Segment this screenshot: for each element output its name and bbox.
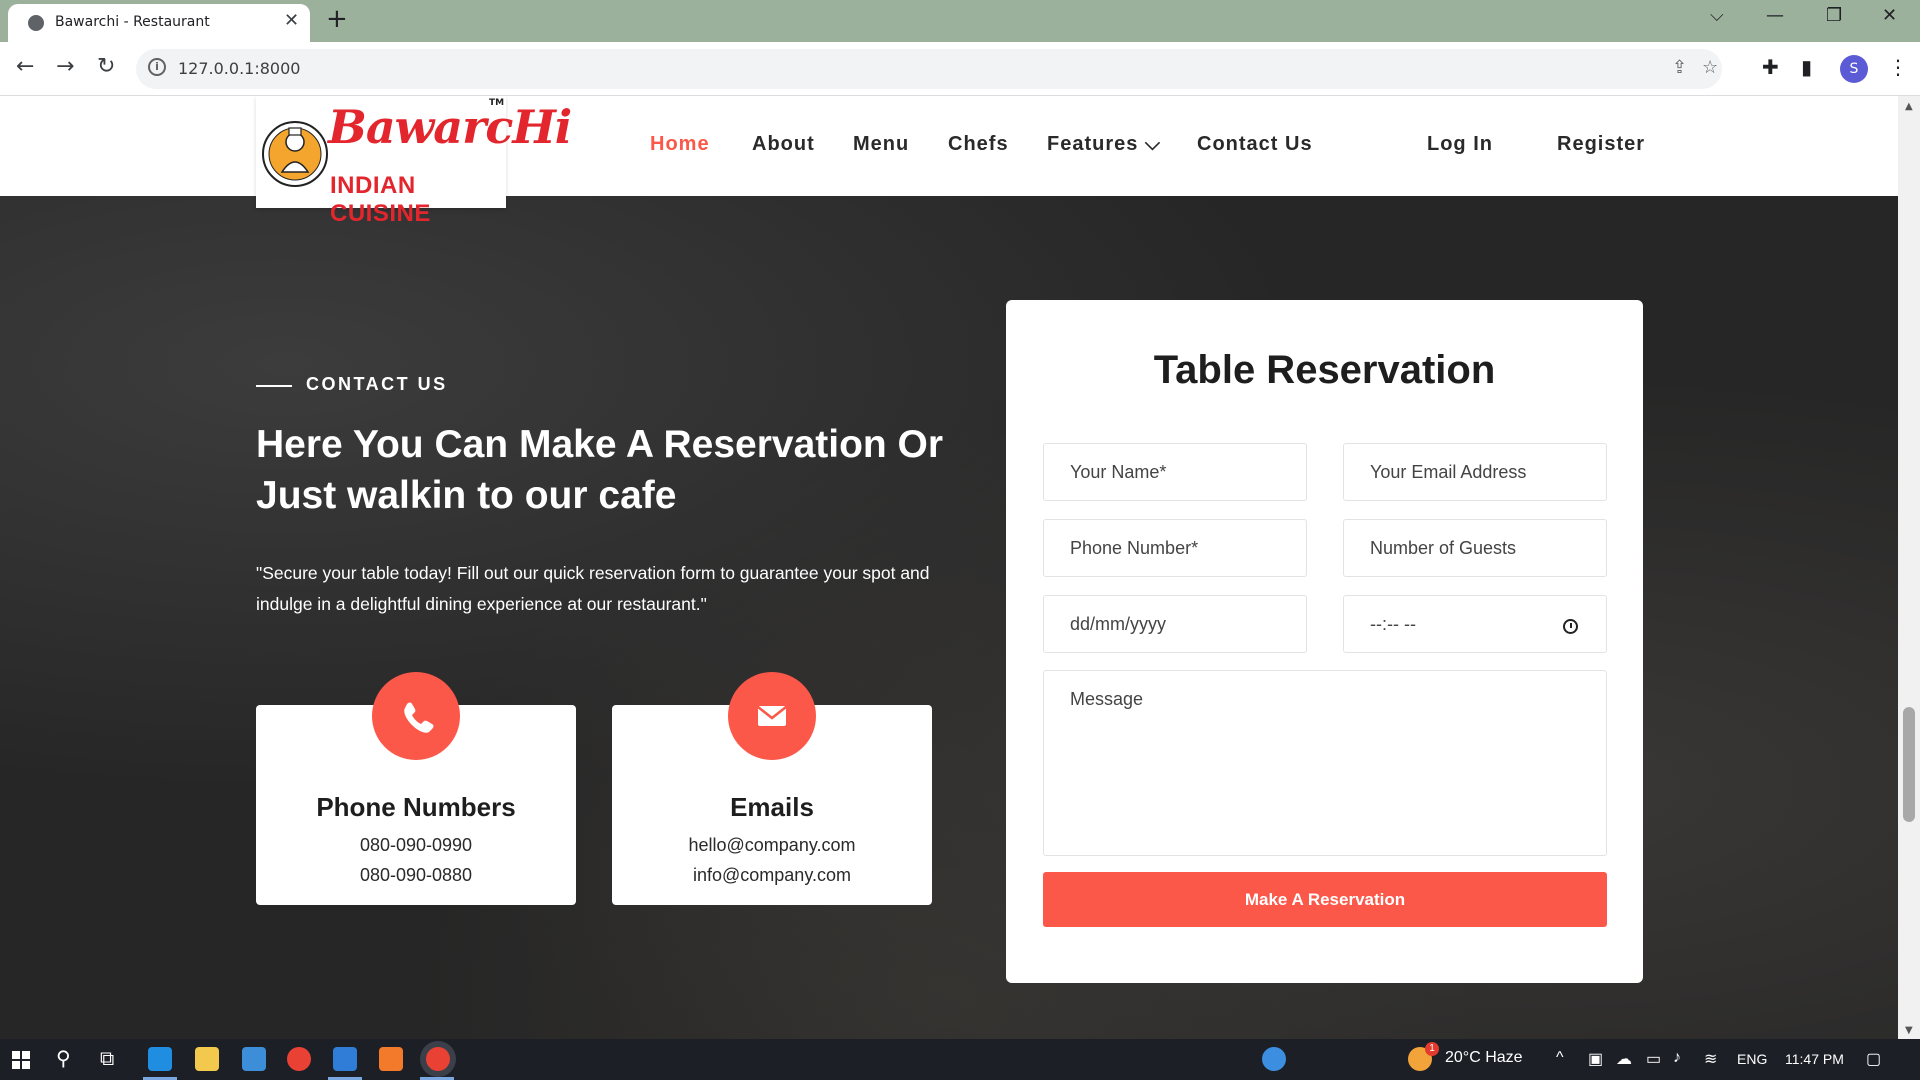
chrome-icon[interactable] [287, 1047, 311, 1071]
logo-wordmark: BawarcHi [328, 100, 572, 154]
phone-placeholder: Phone Number* [1070, 538, 1199, 558]
logo-subtitle: INDIAN CUISINE [330, 172, 431, 227]
chrome-active-icon[interactable] [426, 1047, 450, 1071]
logo-trademark: TM [489, 98, 505, 108]
tab-close-icon[interactable]: ✕ [284, 10, 299, 31]
section-headline: Here You Can Make A Reservation Or Just … [256, 423, 944, 517]
minimize-window-icon[interactable]: — [1766, 5, 1784, 26]
url-text[interactable]: 127.0.0.1:8000 [178, 59, 300, 78]
email-input[interactable]: Your Email Address [1343, 443, 1607, 501]
browser-tab-strip: Bawarchi - Restaurant ✕ + ⌵ — ❐ ✕ [0, 0, 1920, 42]
forward-arrow-icon[interactable]: → [56, 54, 74, 79]
nav-log-in[interactable]: Log In [1427, 133, 1493, 156]
nav-register[interactable]: Register [1557, 133, 1645, 156]
time-placeholder: --:-- -- [1370, 614, 1416, 634]
time-input[interactable]: --:-- -- [1343, 595, 1607, 653]
tab-search-chevron-icon[interactable]: ⌵ [1710, 5, 1724, 26]
email-address-2[interactable]: info@company.com [612, 865, 932, 886]
name-input[interactable]: Your Name* [1043, 443, 1307, 501]
reservation-section: CONTACT US Here You Can Make A Reservati… [0, 196, 1898, 1039]
search-icon[interactable]: ⚲ [56, 1046, 71, 1070]
site-info-icon[interactable]: i [148, 58, 166, 76]
scroll-down-arrow-icon[interactable]: ▼ [1905, 1025, 1913, 1036]
back-arrow-icon[interactable]: ← [16, 54, 34, 79]
guests-placeholder: Number of Guests [1370, 538, 1517, 558]
language-indicator[interactable]: ENG [1737, 1051, 1767, 1067]
phone-card-title: Phone Numbers [316, 792, 516, 822]
message-textarea[interactable]: Message [1043, 670, 1607, 856]
nav-menu[interactable]: Menu [853, 133, 909, 156]
email-address-1[interactable]: hello@company.com [612, 835, 932, 856]
make-reservation-button[interactable]: Make A Reservation [1043, 872, 1607, 927]
site-logo[interactable]: BawarcHi TM INDIAN CUISINE [256, 96, 572, 227]
notification-center-icon[interactable]: ▢ [1866, 1049, 1881, 1069]
envelope-icon [728, 672, 816, 760]
section-description: "Secure your table today! Fill out our q… [256, 563, 930, 614]
wifi-icon[interactable]: ≋ [1704, 1049, 1717, 1069]
weather-badge: 1 [1425, 1042, 1439, 1056]
extensions-icon[interactable]: ✚ [1762, 55, 1779, 79]
restore-window-icon[interactable]: ❐ [1826, 5, 1842, 26]
file-explorer-icon[interactable] [195, 1047, 219, 1071]
kebab-menu-icon[interactable]: ⋮ [1888, 55, 1908, 79]
nav-contact-us[interactable]: Contact Us [1197, 133, 1313, 156]
close-window-icon[interactable]: ✕ [1882, 5, 1897, 26]
site-header: BawarcHi TM INDIAN CUISINE Home About Me… [0, 96, 1898, 227]
form-title: Table Reservation [1153, 348, 1496, 392]
windows-taskbar: ⚲ ⧉ 1 20°C Haze ^ ▣ ☁ ▭ ♪ ≋ ENG 11:47 PM… [0, 1039, 1920, 1080]
browser-tab[interactable]: Bawarchi - Restaurant ✕ [8, 4, 310, 42]
phone-input[interactable]: Phone Number* [1043, 519, 1307, 577]
clock-time[interactable]: 11:47 PM [1785, 1051, 1844, 1067]
volume-icon[interactable]: ♪ [1673, 1049, 1681, 1067]
message-placeholder: Message [1070, 689, 1144, 709]
help-icon[interactable] [1262, 1047, 1286, 1071]
share-icon[interactable]: ⇪ [1672, 57, 1687, 78]
profile-avatar[interactable]: S [1840, 55, 1868, 83]
edge-browser-icon[interactable] [148, 1047, 172, 1071]
nav-home[interactable]: Home [650, 133, 710, 156]
email-placeholder: Your Email Address [1370, 462, 1527, 482]
task-view-icon[interactable]: ⧉ [100, 1046, 114, 1070]
battery-icon[interactable]: ▭ [1646, 1049, 1661, 1069]
tab-favicon-icon [28, 15, 44, 31]
chef-seal-icon [262, 121, 328, 187]
python-app-icon[interactable] [242, 1047, 266, 1071]
nav-features-dropdown[interactable]: Features ⌵ [1047, 133, 1161, 156]
new-tab-button[interactable]: + [326, 4, 348, 34]
onedrive-cloud-icon[interactable]: ☁ [1616, 1049, 1632, 1069]
phone-numbers-card: Phone Numbers 080-090-0990 080-090-0880 [256, 672, 576, 905]
emails-card-title: Emails [730, 792, 814, 822]
reload-icon[interactable]: ↻ [97, 54, 115, 79]
phone-number-2[interactable]: 080-090-0880 [256, 865, 576, 886]
star-icon[interactable]: ☆ [1702, 57, 1718, 78]
tab-title: Bawarchi - Restaurant [55, 14, 210, 30]
vscode-icon[interactable] [333, 1047, 357, 1071]
phone-icon [372, 672, 460, 760]
side-panel-icon[interactable]: ▮ [1801, 55, 1812, 79]
address-bar[interactable]: i 127.0.0.1:8000 ⇪ ☆ [136, 49, 1722, 89]
reservation-form: Table Reservation Your Name* Your Email … [1006, 300, 1643, 983]
page-scrollbar[interactable]: ▲ ▼ [1898, 96, 1920, 1039]
phone-number-1[interactable]: 080-090-0990 [256, 835, 576, 856]
meet-now-icon[interactable]: ▣ [1588, 1049, 1603, 1069]
section-eyebrow: CONTACT US [306, 374, 448, 394]
xampp-icon[interactable] [379, 1047, 403, 1071]
tray-chevron-icon[interactable]: ^ [1556, 1049, 1564, 1067]
weather-text[interactable]: 20°C Haze [1445, 1049, 1523, 1067]
guests-input[interactable]: Number of Guests [1343, 519, 1607, 577]
page-viewport: BawarcHi TM INDIAN CUISINE Home About Me… [0, 96, 1898, 1039]
clock-icon[interactable] [1563, 619, 1578, 634]
date-placeholder: dd/mm/yyyy [1070, 614, 1167, 634]
browser-toolbar: ← → ↻ i 127.0.0.1:8000 ⇪ ☆ ✚ ▮ S ⋮ [0, 42, 1920, 96]
scrollbar-thumb[interactable] [1903, 707, 1915, 822]
name-placeholder: Your Name* [1070, 462, 1167, 482]
nav-about[interactable]: About [752, 133, 815, 156]
emails-card: Emails hello@company.com info@company.co… [612, 672, 932, 905]
date-input[interactable]: dd/mm/yyyy [1043, 595, 1307, 653]
nav-chefs[interactable]: Chefs [948, 133, 1009, 156]
windows-start-icon[interactable] [12, 1051, 30, 1069]
scroll-up-arrow-icon[interactable]: ▲ [1905, 101, 1913, 112]
eyebrow-divider [256, 385, 292, 387]
